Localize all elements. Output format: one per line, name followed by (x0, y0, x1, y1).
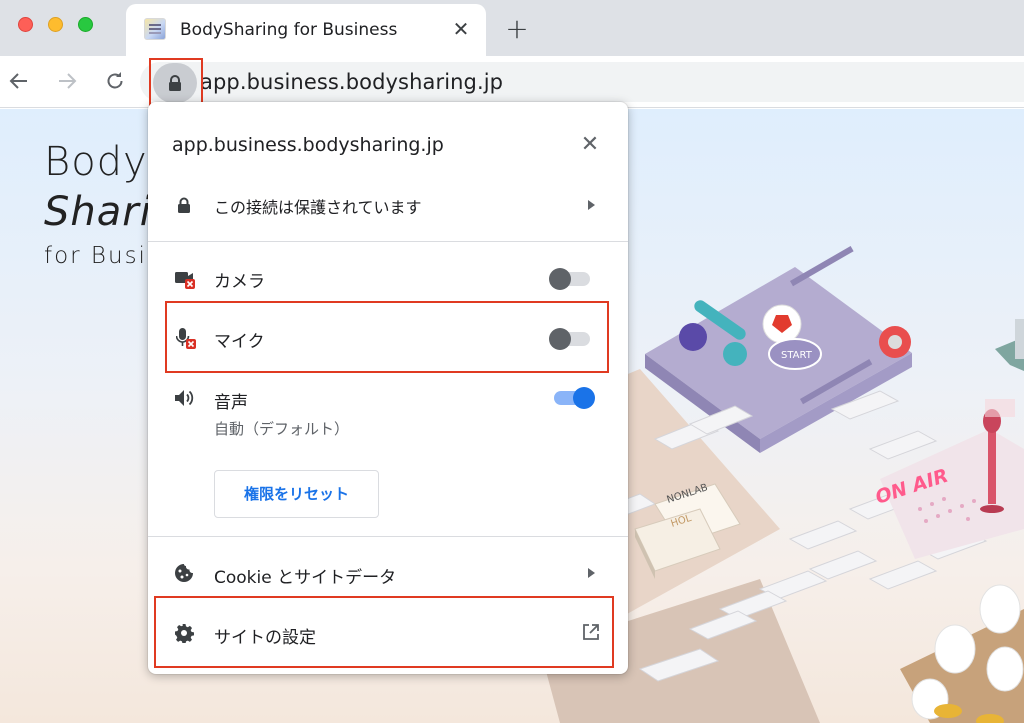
tab-close-icon[interactable]: ✕ (450, 18, 472, 40)
connection-label: この接続は保護されています (214, 198, 422, 217)
back-arrow-icon[interactable] (6, 70, 32, 96)
start-label: START (781, 350, 813, 361)
divider (148, 241, 628, 242)
lock-icon (178, 197, 190, 213)
tab-title: BodySharing for Business (180, 20, 398, 40)
site-info-popup: app.business.bodysharing.jp ✕ この接続は保護されて… (148, 102, 628, 674)
highlight-box-mic (165, 301, 609, 373)
window-close-button[interactable] (18, 17, 33, 32)
site-favicon-icon (144, 18, 166, 40)
browser-tab[interactable]: BodySharing for Business ✕ (126, 4, 486, 56)
sound-sublabel: 自動（デフォルト） (214, 420, 350, 438)
camera-toggle[interactable] (549, 267, 593, 291)
sound-label: 音声 (214, 393, 248, 413)
camera-label: カメラ (214, 272, 265, 292)
highlight-box-site-settings (154, 596, 614, 668)
chevron-right-icon (588, 200, 595, 210)
new-tab-icon[interactable]: + (504, 15, 530, 43)
popup-close-icon[interactable]: ✕ (578, 133, 602, 157)
cookies-label: Cookie とサイトデータ (214, 568, 397, 588)
speaker-icon (175, 390, 194, 406)
chevron-right-icon (588, 568, 595, 578)
tab-strip: BodySharing for Business ✕ + (0, 0, 1024, 56)
forward-arrow-icon[interactable] (54, 70, 80, 96)
divider (148, 536, 628, 537)
reload-icon[interactable] (102, 70, 128, 96)
cookie-icon (175, 564, 193, 582)
reset-permissions-button[interactable]: 権限をリセット (214, 470, 379, 518)
sound-toggle[interactable] (551, 386, 595, 410)
popup-title: app.business.bodysharing.jp (172, 134, 444, 156)
window-maximize-button[interactable] (78, 17, 93, 32)
camera-blocked-icon (175, 272, 195, 289)
window-minimize-button[interactable] (48, 17, 63, 32)
address-url[interactable]: app.business.bodysharing.jp (200, 70, 503, 94)
